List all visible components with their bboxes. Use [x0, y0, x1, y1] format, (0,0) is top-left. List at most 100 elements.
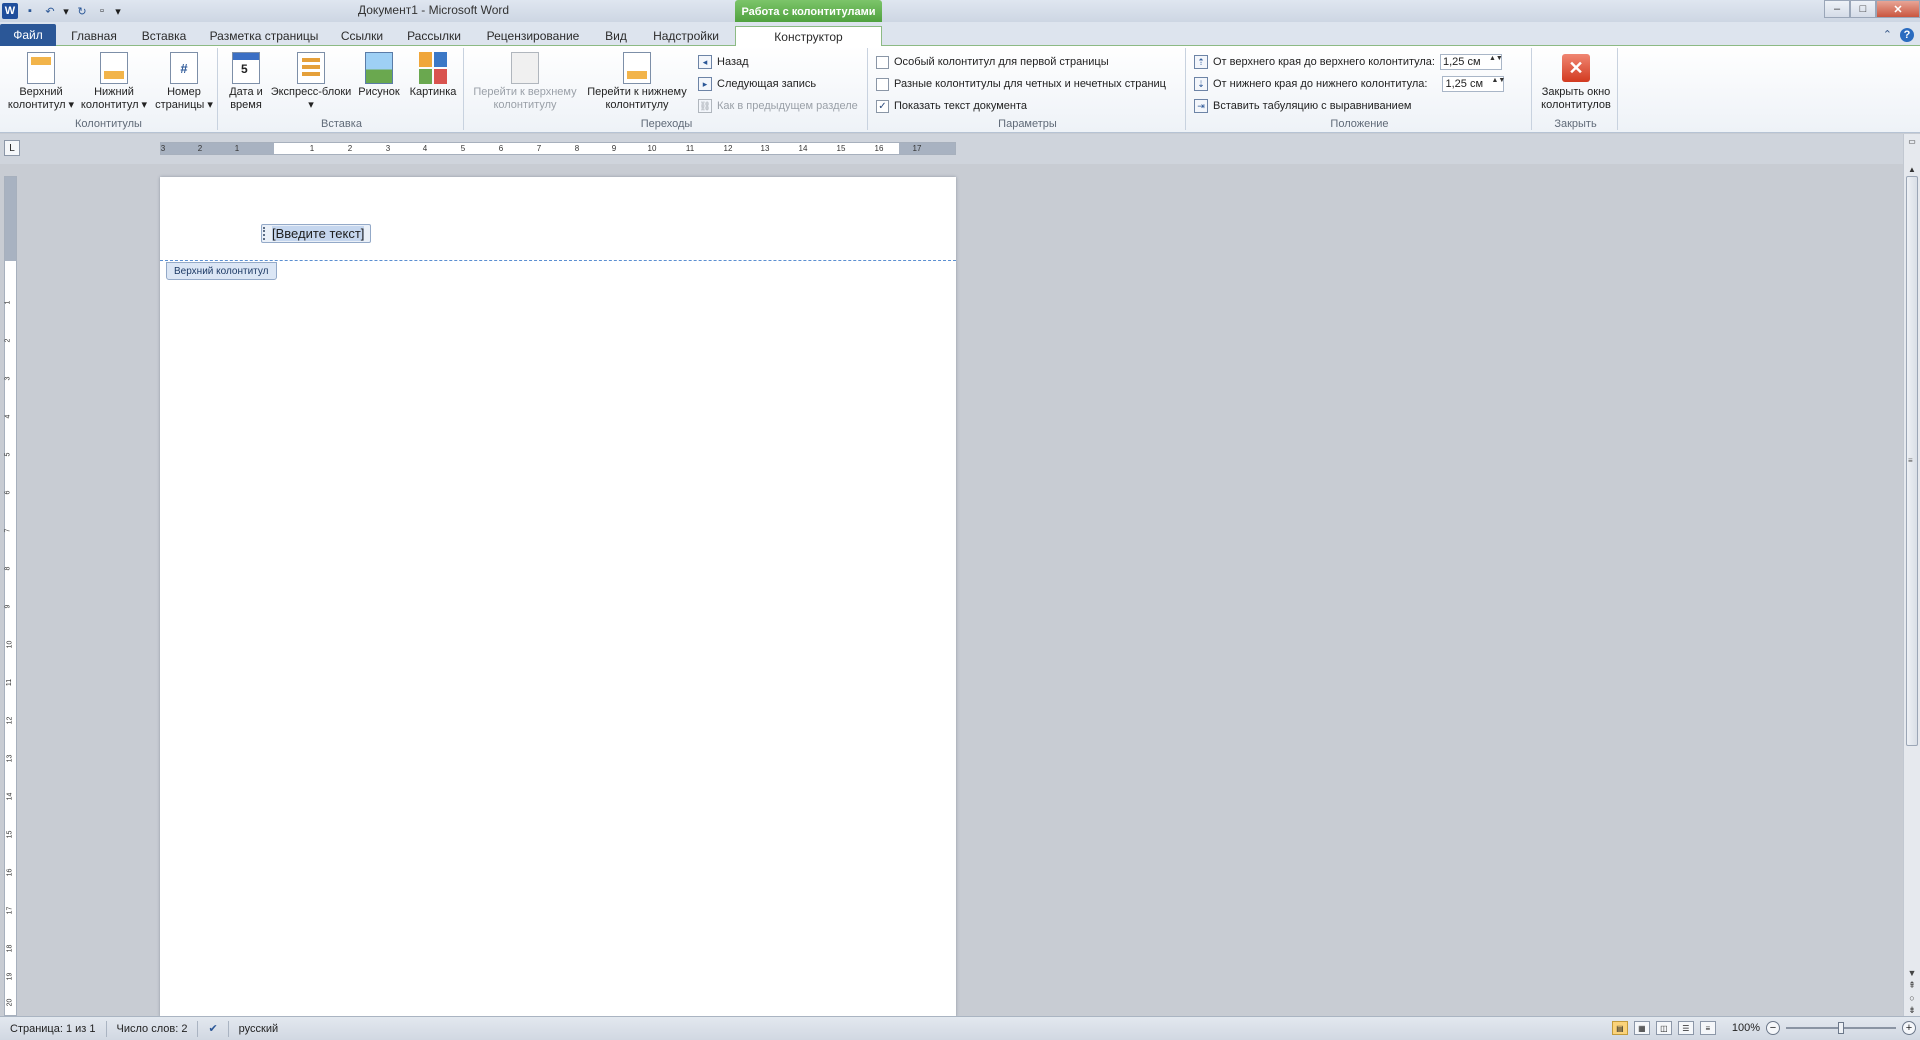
tab-references[interactable]: Ссылки: [334, 26, 390, 46]
close-header-footer-label-2: колонтитулов: [1541, 99, 1611, 111]
full-screen-reading-view-icon[interactable]: ▦: [1633, 1021, 1650, 1035]
save-icon[interactable]: ▪: [22, 3, 38, 19]
vruler-tick: 19: [6, 972, 14, 981]
close-window-button[interactable]: ✕: [1876, 0, 1920, 18]
back-button[interactable]: ◂ Назад: [698, 54, 749, 70]
draft-view-icon[interactable]: ≡: [1699, 1021, 1716, 1035]
link-previous-button[interactable]: ⛓ Как в предыдущем разделе: [698, 98, 858, 114]
first-page-option[interactable]: Особый колонтитул для первой страницы: [876, 54, 1109, 70]
print-layout-view-icon[interactable]: ▤: [1611, 1021, 1628, 1035]
datetime-label-2: время: [230, 99, 262, 111]
scrollbar-grip-icon: ≡: [1908, 456, 1913, 465]
web-layout-view-icon[interactable]: ◫: [1655, 1021, 1672, 1035]
picture-label: Рисунок: [358, 86, 400, 98]
header-button[interactable]: Верхний колонтитул ▾: [6, 52, 76, 112]
picture-button[interactable]: Рисунок: [356, 52, 402, 99]
footer-from-bottom-spinner[interactable]: 1,25 см ▲▼: [1442, 76, 1505, 92]
show-document-text-checkbox[interactable]: ✓: [876, 99, 889, 113]
zoom-level[interactable]: 100%: [1732, 1022, 1760, 1034]
undo-icon[interactable]: ↶: [42, 3, 58, 19]
tab-page-layout[interactable]: Разметка страницы: [206, 26, 322, 46]
proofing-icon[interactable]: ✔: [198, 1020, 229, 1037]
view-ruler-toggle-icon[interactable]: ▭: [1904, 134, 1920, 148]
group-headers-footers: Верхний колонтитул ▾ Нижний колонтитул ▾…: [0, 48, 218, 130]
page-count-status[interactable]: Страница: 1 из 1: [0, 1020, 107, 1037]
zoom-slider[interactable]: [1786, 1022, 1896, 1034]
show-document-text-option[interactable]: ✓ Показать текст документа: [876, 98, 1027, 114]
header-icon: [27, 52, 55, 84]
group-navigation: Перейти к верхнему колонтитулу Перейти к…: [466, 48, 868, 130]
tab-file[interactable]: Файл: [0, 24, 56, 46]
minimize-button[interactable]: ‒: [1824, 0, 1850, 18]
ruler-tick: 6: [498, 144, 504, 153]
datetime-label-1: Дата и: [229, 86, 263, 98]
goto-footer-button[interactable]: Перейти к нижнему колонтитулу: [582, 52, 692, 112]
next-button[interactable]: ▸ Следующая запись: [698, 76, 816, 92]
horizontal-ruler[interactable]: 3 2 1 1 2 3 4 5 6 7 8 9 10 11 12 13 14 1…: [160, 142, 956, 155]
tab-review[interactable]: Рецензирование: [478, 26, 588, 46]
goto-header-label-1: Перейти к верхнему: [473, 86, 577, 98]
footer-from-bottom-row: ⇣ От нижнего края до нижнего колонтитула…: [1194, 76, 1505, 92]
insert-alignment-tab-label: Вставить табуляцию с выравниванием: [1213, 100, 1412, 112]
tab-selector-button[interactable]: L: [4, 140, 20, 156]
tab-addins[interactable]: Надстройки: [644, 26, 728, 46]
goto-footer-label-2: колонтитулу: [605, 99, 669, 111]
footer-spin-arrows-icon[interactable]: ▲▼: [1491, 77, 1505, 91]
alignment-tab-icon: ⇥: [1194, 99, 1208, 113]
ribbon-tabs: Файл Главная Вставка Разметка страницы С…: [0, 22, 1920, 46]
header-content-control[interactable]: [Введите текст]: [261, 224, 372, 243]
outline-view-icon[interactable]: ☰: [1677, 1021, 1694, 1035]
title-bar: W ▪ ↶ ▾ ↻ ▫ ▾ Документ1 - Microsoft Word…: [0, 0, 1920, 24]
tab-design[interactable]: Конструктор: [735, 26, 882, 46]
ruler-tick: 1: [309, 144, 315, 153]
header-from-top-label: От верхнего края до верхнего колонтитула…: [1213, 56, 1435, 68]
customize-qat-icon[interactable]: ▾: [114, 3, 122, 19]
tab-mailings[interactable]: Рассылки: [402, 26, 466, 46]
header-placeholder-text[interactable]: [Введите текст]: [272, 226, 365, 241]
vruler-tick: 5: [4, 452, 12, 457]
tab-view[interactable]: Вид: [600, 26, 632, 46]
quick-parts-button[interactable]: Экспресс-блоки ▾: [268, 52, 354, 112]
close-header-footer-button[interactable]: ✕ Закрыть окно колонтитулов: [1536, 52, 1616, 112]
vruler-tick: 9: [4, 604, 12, 609]
clipart-button[interactable]: Картинка: [406, 52, 460, 99]
odd-even-option[interactable]: Разные колонтитулы для четных и нечетных…: [876, 76, 1166, 92]
ruler-tick: 17: [912, 144, 922, 153]
minimize-ribbon-icon[interactable]: ⌃: [1883, 28, 1892, 42]
document-page[interactable]: [Введите текст] Верхний колонтитул: [160, 177, 956, 1017]
zoom-slider-thumb[interactable]: [1838, 1022, 1844, 1034]
content-control-grip-icon[interactable]: [263, 227, 269, 240]
vertical-scrollbar[interactable]: ▭ ▲ ≡ ▼ ⇞ ○ ⇟: [1903, 134, 1920, 1016]
select-browse-object-icon[interactable]: ○: [1909, 993, 1914, 1003]
zoom-in-icon[interactable]: +: [1902, 1021, 1916, 1035]
first-page-checkbox[interactable]: [876, 55, 889, 69]
odd-even-checkbox[interactable]: [876, 77, 889, 91]
previous-page-icon[interactable]: ⇞: [1908, 980, 1916, 991]
redo-icon[interactable]: ↻: [74, 3, 90, 19]
group-options: Особый колонтитул для первой страницы Ра…: [870, 48, 1186, 130]
header-from-top-spinner[interactable]: 1,25 см ▲▼: [1439, 54, 1503, 70]
zoom-out-icon[interactable]: −: [1766, 1021, 1780, 1035]
goto-header-button[interactable]: Перейти к верхнему колонтитулу: [470, 52, 580, 112]
header-spin-arrows-icon[interactable]: ▲▼: [1489, 55, 1503, 69]
quick-access-toolbar: W ▪ ↶ ▾ ↻ ▫ ▾: [0, 0, 122, 22]
help-icon[interactable]: ?: [1900, 28, 1914, 42]
footer-icon: [100, 52, 128, 84]
tab-home[interactable]: Главная: [64, 26, 124, 46]
tab-insert[interactable]: Вставка: [132, 26, 196, 46]
maximize-button[interactable]: □: [1850, 0, 1876, 18]
footer-button[interactable]: Нижний колонтитул ▾: [78, 52, 150, 112]
datetime-button[interactable]: 5 Дата и время: [226, 52, 266, 112]
language-status[interactable]: русский: [229, 1021, 288, 1037]
insert-alignment-tab-button[interactable]: ⇥ Вставить табуляцию с выравниванием: [1194, 98, 1412, 114]
vertical-ruler[interactable]: 1 2 3 4 5 6 7 8 9 10 11 12 13 14 15 16 1…: [4, 176, 17, 1016]
undo-dropdown-icon[interactable]: ▾: [62, 3, 70, 19]
word-count-status[interactable]: Число слов: 2: [107, 1020, 199, 1037]
next-page-icon[interactable]: ⇟: [1908, 1005, 1916, 1016]
scroll-up-icon[interactable]: ▲: [1904, 162, 1920, 176]
new-document-icon[interactable]: ▫: [94, 3, 110, 19]
word-logo-icon[interactable]: W: [2, 3, 18, 19]
scroll-down-icon[interactable]: ▼: [1908, 968, 1917, 978]
group-close: ✕ Закрыть окно колонтитулов Закрыть: [1534, 48, 1618, 130]
page-number-button[interactable]: # Номер страницы ▾: [152, 52, 216, 112]
